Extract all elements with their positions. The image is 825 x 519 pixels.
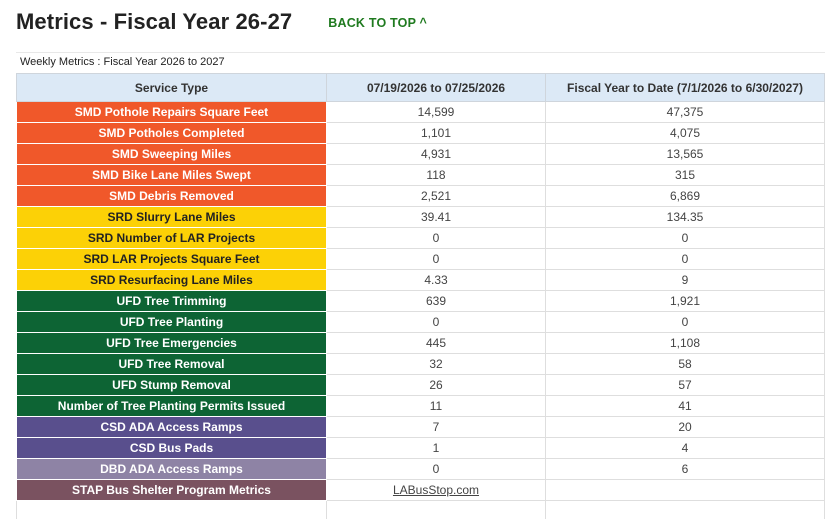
metrics-sheet: Weekly Metrics : Fiscal Year 2026 to 202… xyxy=(16,52,825,519)
week-value-cell: 39.41 xyxy=(326,206,546,228)
ytd-value-cell: 0 xyxy=(545,248,825,270)
week-value-cell: 0 xyxy=(326,227,546,249)
ytd-value-cell: 47,375 xyxy=(545,101,825,123)
ytd-value-cell: 0 xyxy=(545,311,825,333)
week-value-cell: 1 xyxy=(326,437,546,459)
table-row: CSD ADA Access Ramps 7 20 xyxy=(16,416,825,438)
week-value-cell: 118 xyxy=(326,164,546,186)
back-to-top-link[interactable]: BACK TO TOP ^ xyxy=(328,16,427,30)
ytd-value-cell xyxy=(545,479,825,501)
table-row: UFD Tree Planting 0 0 xyxy=(16,311,825,333)
page-title: Metrics - Fiscal Year 26-27 xyxy=(16,9,293,34)
ytd-value-cell: 1,108 xyxy=(545,332,825,354)
table-row: UFD Tree Removal 32 58 xyxy=(16,353,825,375)
table-row: CSD Bus Pads 1 4 xyxy=(16,437,825,459)
ytd-value-cell: 9 xyxy=(545,269,825,291)
table-row: SMD Sweeping Miles 4,931 13,565 xyxy=(16,143,825,165)
ytd-value-cell: 0 xyxy=(545,227,825,249)
ytd-value-cell: 1,921 xyxy=(545,290,825,312)
ytd-value-cell: 57 xyxy=(545,374,825,396)
week-value-cell: 0 xyxy=(326,458,546,480)
table-row: SRD Number of LAR Projects 0 0 xyxy=(16,227,825,249)
ytd-value-cell: 4,075 xyxy=(545,122,825,144)
table-row xyxy=(16,500,825,519)
service-cell: UFD Tree Trimming xyxy=(16,290,327,312)
service-cell: SMD Pothole Repairs Square Feet xyxy=(16,101,327,123)
table-row: Number of Tree Planting Permits Issued 11… xyxy=(16,395,825,417)
service-cell: STAP Bus Shelter Program Metrics xyxy=(16,479,327,501)
table-row: SRD LAR Projects Square Feet 0 0 xyxy=(16,248,825,270)
table-row: STAP Bus Shelter Program Metrics LABusSto… xyxy=(16,479,825,501)
service-cell: CSD Bus Pads xyxy=(16,437,327,459)
metrics-table: Service Type 07/19/2026 to 07/25/2026 Fi… xyxy=(16,73,825,519)
ytd-value-cell: 41 xyxy=(545,395,825,417)
column-header-service-type[interactable]: Service Type xyxy=(16,73,327,102)
table-row: SMD Pothole Repairs Square Feet 14,599 47,… xyxy=(16,101,825,123)
table-row: DBD ADA Access Ramps 0 6 xyxy=(16,458,825,480)
ytd-value-cell: 6,869 xyxy=(545,185,825,207)
service-cell: DBD ADA Access Ramps xyxy=(16,458,327,480)
ytd-value-cell: 58 xyxy=(545,353,825,375)
ytd-value-cell: 13,565 xyxy=(545,143,825,165)
service-cell: SMD Debris Removed xyxy=(16,185,327,207)
table-header-row: Service Type 07/19/2026 to 07/25/2026 Fi… xyxy=(16,73,825,102)
week-value-cell: 4,931 xyxy=(326,143,546,165)
week-value-cell: LABusStop.com xyxy=(326,479,546,501)
table-row: SMD Bike Lane Miles Swept 118 315 xyxy=(16,164,825,186)
week-value-cell: 26 xyxy=(326,374,546,396)
ytd-value-cell: 4 xyxy=(545,437,825,459)
table-row: SRD Resurfacing Lane Miles 4.33 9 xyxy=(16,269,825,291)
column-header-ytd[interactable]: Fiscal Year to Date (7/1/2026 to 6/30/20… xyxy=(545,73,825,102)
service-cell: SMD Sweeping Miles xyxy=(16,143,327,165)
week-value-cell: 14,599 xyxy=(326,101,546,123)
table-row: SMD Potholes Completed 1,101 4,075 xyxy=(16,122,825,144)
table-row: UFD Tree Trimming 639 1,921 xyxy=(16,290,825,312)
service-cell: CSD ADA Access Ramps xyxy=(16,416,327,438)
ytd-value-cell: 134.35 xyxy=(545,206,825,228)
service-cell: SRD Resurfacing Lane Miles xyxy=(16,269,327,291)
service-cell: UFD Tree Removal xyxy=(16,353,327,375)
service-cell: SMD Bike Lane Miles Swept xyxy=(16,164,327,186)
service-cell: Number of Tree Planting Permits Issued xyxy=(16,395,327,417)
service-cell: UFD Stump Removal xyxy=(16,374,327,396)
ytd-value-cell: 315 xyxy=(545,164,825,186)
week-value-cell: 11 xyxy=(326,395,546,417)
column-header-week[interactable]: 07/19/2026 to 07/25/2026 xyxy=(326,73,546,102)
ytd-value-cell: 20 xyxy=(545,416,825,438)
week-value-cell: 1,101 xyxy=(326,122,546,144)
week-value-cell: 445 xyxy=(326,332,546,354)
page-header: Metrics - Fiscal Year 26-27 BACK TO TOP … xyxy=(16,5,427,39)
service-cell: SMD Potholes Completed xyxy=(16,122,327,144)
service-cell: UFD Tree Planting xyxy=(16,311,327,333)
week-value-cell: 2,521 xyxy=(326,185,546,207)
week-value-cell: 4.33 xyxy=(326,269,546,291)
sheet-title: Weekly Metrics : Fiscal Year 2026 to 202… xyxy=(20,56,225,68)
service-cell: SRD LAR Projects Square Feet xyxy=(16,248,327,270)
week-value-cell: 639 xyxy=(326,290,546,312)
empty-cell xyxy=(545,500,825,519)
service-cell: UFD Tree Emergencies xyxy=(16,332,327,354)
ytd-value-cell: 6 xyxy=(545,458,825,480)
week-value-cell: 0 xyxy=(326,248,546,270)
table-row: UFD Stump Removal 26 57 xyxy=(16,374,825,396)
empty-cell xyxy=(16,500,327,519)
week-value-cell: 7 xyxy=(326,416,546,438)
service-cell: SRD Number of LAR Projects xyxy=(16,227,327,249)
week-value-cell: 0 xyxy=(326,311,546,333)
table-row: SRD Slurry Lane Miles 39.41 134.35 xyxy=(16,206,825,228)
service-cell: SRD Slurry Lane Miles xyxy=(16,206,327,228)
week-value-cell: 32 xyxy=(326,353,546,375)
empty-cell xyxy=(326,500,546,519)
table-row: UFD Tree Emergencies 445 1,108 xyxy=(16,332,825,354)
labusstop-link[interactable]: LABusStop.com xyxy=(393,483,479,497)
table-row: SMD Debris Removed 2,521 6,869 xyxy=(16,185,825,207)
